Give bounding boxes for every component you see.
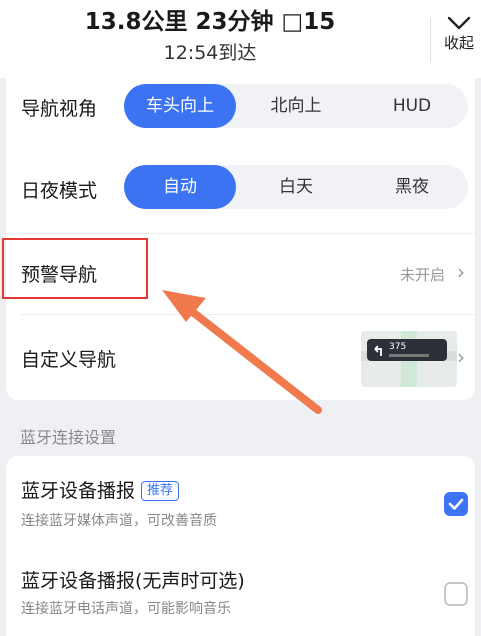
collapse-button[interactable]: 收起 — [437, 16, 481, 53]
warning-nav-status: 未开启 — [399, 266, 445, 284]
header-divider — [430, 18, 431, 62]
recommended-badge: 推荐 — [141, 481, 180, 501]
checkmark-icon — [448, 498, 464, 510]
distance-time-text: 13.8公里 23分钟 □15 — [84, 9, 336, 35]
bluetooth-settings-card: 蓝牙设备播报 推荐 连接蓝牙媒体声道，可改善音质 蓝牙设备播报(无声时可选) 连接… — [6, 456, 475, 636]
bt-phone-checkbox[interactable] — [444, 582, 468, 606]
collapse-label: 收起 — [443, 34, 474, 52]
day-night-label: 日夜模式 — [21, 180, 98, 202]
maneuver-banner: 375 — [367, 339, 447, 361]
nav-view-option-heading-up[interactable]: 车头向上 — [124, 84, 236, 128]
turn-left-icon — [374, 345, 382, 356]
bluetooth-section-title: 蓝牙连接设置 — [20, 428, 117, 447]
custom-nav-row[interactable]: 自定义导航 375 › — [6, 315, 475, 399]
chevron-down-icon — [447, 16, 471, 30]
bt-media-row[interactable]: 蓝牙设备播报 推荐 连接蓝牙媒体声道，可改善音质 — [6, 456, 475, 542]
day-night-option-auto[interactable]: 自动 — [124, 165, 236, 209]
nav-view-option-north-up[interactable]: 北向上 — [240, 84, 352, 128]
maneuver-distance: 375 — [389, 342, 407, 352]
nav-view-option-hud[interactable]: HUD — [356, 84, 468, 128]
day-night-row: 日夜模式 自动 白天 黑夜 — [6, 164, 475, 214]
bt-media-label: 蓝牙设备播报 推荐 — [21, 476, 180, 503]
custom-nav-preview-thumbnail: 375 — [361, 331, 457, 387]
highlight-box — [2, 238, 148, 299]
nav-view-segmented-control: 车头向上 北向上 HUD — [124, 84, 468, 128]
bt-media-title: 蓝牙设备播报 — [21, 480, 136, 502]
bt-phone-title: 蓝牙设备播报(无声时可选) — [21, 570, 245, 592]
trip-summary: 13.8公里 23分钟 □15 12:54到达 — [0, 8, 420, 66]
chevron-right-icon: › — [457, 345, 465, 369]
day-night-option-night[interactable]: 黑夜 — [356, 165, 468, 209]
bt-phone-description: 连接蓝牙电话声道，可能影响音乐 — [21, 601, 231, 617]
nav-view-label: 导航视角 — [21, 98, 98, 120]
maneuver-road-name — [389, 354, 429, 357]
day-night-option-day[interactable]: 白天 — [240, 165, 352, 209]
nav-view-row: 导航视角 车头向上 北向上 HUD — [6, 78, 475, 136]
arrival-time-text: 12:54到达 — [163, 42, 257, 64]
bt-media-description: 连接蓝牙媒体声道，可改善音质 — [21, 513, 217, 529]
bt-media-checkbox[interactable] — [444, 492, 468, 516]
chevron-right-icon: › — [457, 260, 465, 284]
bt-phone-row[interactable]: 蓝牙设备播报(无声时可选) 连接蓝牙电话声道，可能影响音乐 — [6, 552, 475, 636]
custom-nav-label: 自定义导航 — [21, 349, 117, 371]
day-night-segmented-control: 自动 白天 黑夜 — [124, 165, 468, 209]
nav-header: 13.8公里 23分钟 □15 12:54到达 收起 — [0, 0, 481, 78]
